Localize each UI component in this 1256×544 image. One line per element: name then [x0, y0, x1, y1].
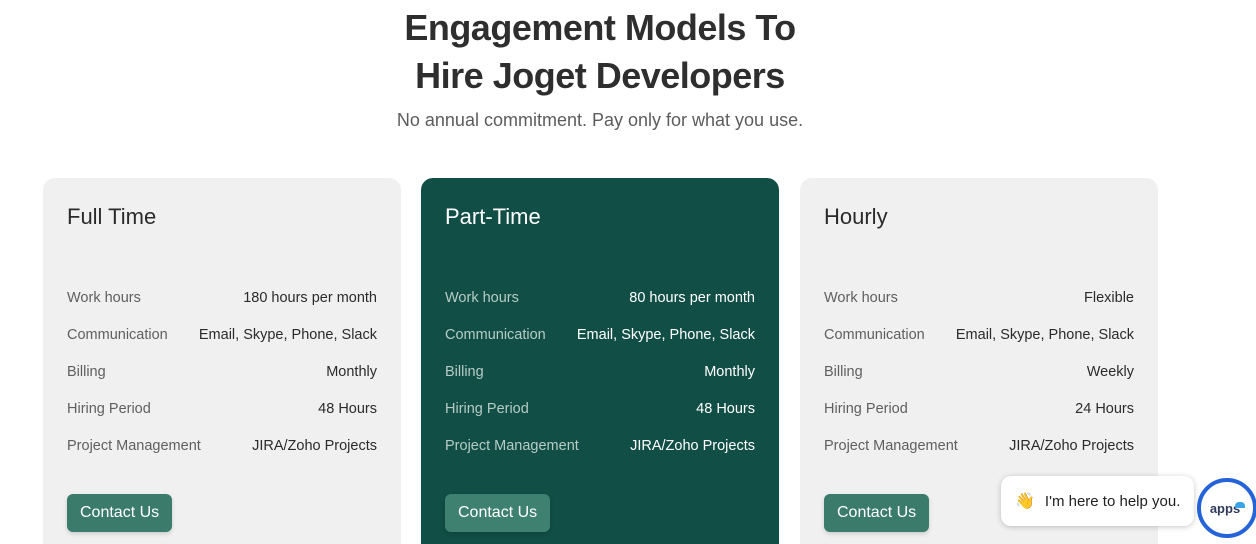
detail-label: Work hours [67, 289, 141, 306]
detail-row: Project Management JIRA/Zoho Projects [67, 427, 377, 464]
detail-value: 48 Hours [318, 400, 377, 417]
page-subtitle: No annual commitment. Pay only for what … [396, 110, 804, 130]
detail-value: Weekly [1086, 363, 1134, 380]
plan-title: Part-Time [445, 204, 541, 229]
detail-value: 48 Hours [696, 400, 755, 417]
plan-details: Work hours 180 hours per month Communicat… [67, 279, 377, 464]
detail-label: Communication [445, 326, 546, 343]
chat-greeting-bubble[interactable]: 👋 I'm here to help you. [1001, 476, 1195, 526]
section-heading: Engagement Models To Hire Joget Develope… [0, 4, 1200, 131]
plan-card-part-time: Part-Time Work hours 80 hours per month C… [421, 178, 779, 544]
contact-us-button[interactable]: Contact Us [67, 494, 173, 532]
detail-label: Project Management [67, 437, 201, 454]
plan-card-full-time: Full Time Work hours 180 hours per month … [43, 178, 401, 544]
detail-row: Hiring Period 48 Hours [445, 390, 755, 427]
title-line-2: Hire Joget Developers [415, 55, 785, 96]
detail-value: JIRA/Zoho Projects [1009, 437, 1134, 454]
plan-title: Hourly [824, 204, 888, 229]
detail-value: Email, Skype, Phone, Slack [955, 326, 1134, 343]
detail-row: Billing Monthly [445, 353, 755, 390]
title-line-1: Engagement Models To [404, 7, 796, 48]
detail-value: 24 Hours [1075, 400, 1134, 417]
detail-row: Communication Email, Skype, Phone, Slack [445, 316, 755, 353]
detail-row: Work hours Flexible [824, 279, 1134, 316]
waving-hand-icon: 👋 [1015, 493, 1035, 510]
detail-value: 180 hours per month [243, 289, 377, 306]
detail-row: Work hours 80 hours per month [445, 279, 755, 316]
detail-value: Flexible [1084, 289, 1134, 306]
detail-label: Project Management [824, 437, 958, 454]
detail-row: Hiring Period 48 Hours [67, 390, 377, 427]
detail-value: JIRA/Zoho Projects [630, 437, 755, 454]
detail-row: Billing Weekly [824, 353, 1134, 390]
plan-details: Work hours Flexible Communication Email, S… [824, 279, 1134, 464]
plan-title: Full Time [67, 204, 157, 229]
detail-label: Billing [445, 363, 484, 380]
detail-label: Hiring Period [445, 400, 529, 417]
detail-label: Hiring Period [824, 400, 908, 417]
detail-value: JIRA/Zoho Projects [252, 437, 377, 454]
detail-label: Communication [67, 326, 168, 343]
apps-logo-icon [1235, 502, 1245, 508]
detail-label: Communication [824, 326, 925, 343]
detail-value: Monthly [326, 363, 377, 380]
detail-row: Project Management JIRA/Zoho Projects [824, 427, 1134, 464]
detail-row: Billing Monthly [67, 353, 377, 390]
detail-value: Email, Skype, Phone, Slack [576, 326, 755, 343]
plan-details: Work hours 80 hours per month Communicati… [445, 279, 755, 464]
detail-value: 80 hours per month [629, 289, 755, 306]
detail-label: Work hours [445, 289, 519, 306]
detail-row: Communication Email, Skype, Phone, Slack [67, 316, 377, 353]
contact-us-button[interactable]: Contact Us [445, 494, 551, 532]
chat-launcher-button[interactable]: apps [1197, 478, 1256, 538]
detail-row: Communication Email, Skype, Phone, Slack [824, 316, 1134, 353]
detail-label: Hiring Period [67, 400, 151, 417]
chat-message: I'm here to help you. [1044, 492, 1181, 510]
contact-us-button[interactable]: Contact Us [824, 494, 930, 532]
detail-label: Billing [824, 363, 863, 380]
detail-label: Work hours [824, 289, 898, 306]
detail-row: Project Management JIRA/Zoho Projects [445, 427, 755, 464]
page-title: Engagement Models To Hire Joget Develope… [0, 4, 1200, 100]
detail-row: Work hours 180 hours per month [67, 279, 377, 316]
detail-value: Monthly [704, 363, 755, 380]
detail-row: Hiring Period 24 Hours [824, 390, 1134, 427]
detail-label: Project Management [445, 437, 579, 454]
detail-value: Email, Skype, Phone, Slack [198, 326, 377, 343]
detail-label: Billing [67, 363, 106, 380]
